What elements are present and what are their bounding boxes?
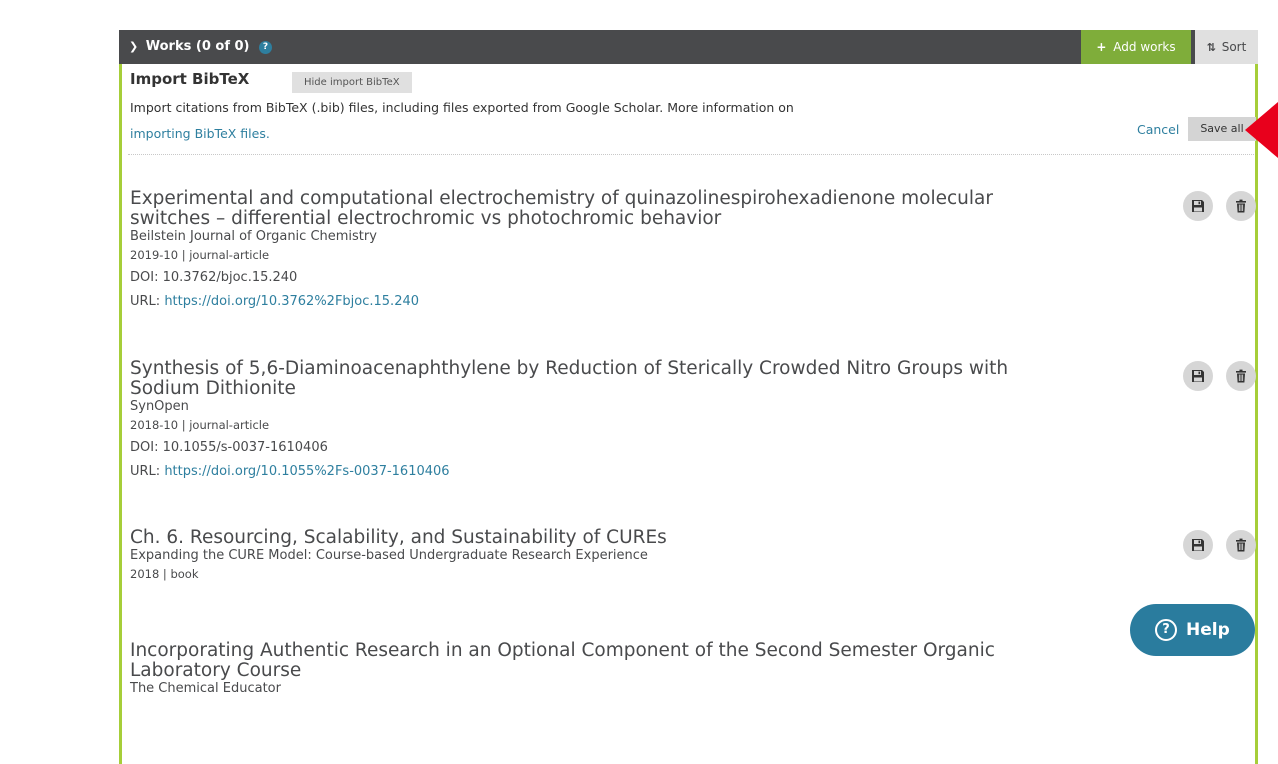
delete-work-button[interactable] — [1226, 361, 1256, 391]
works-title-label: Works (0 of 0) — [145, 39, 250, 54]
importing-bibtex-link[interactable]: importing BibTeX files. — [130, 126, 270, 141]
sort-label: Sort — [1221, 40, 1247, 54]
work-journal: The Chemical Educator — [130, 681, 281, 696]
import-bibtex-title: Import BibTeX — [130, 70, 250, 88]
work-meta: 2018 | book — [130, 567, 199, 581]
work-doi: DOI: 10.3762/bjoc.15.240 — [130, 270, 298, 285]
work-title: Incorporating Authentic Research in an O… — [130, 640, 995, 681]
cancel-link[interactable]: Cancel — [1137, 122, 1179, 137]
sort-arrows-icon: ⇅ — [1206, 41, 1216, 54]
save-work-button[interactable] — [1182, 530, 1213, 560]
item-actions — [1175, 361, 1256, 395]
help-label: Help — [1186, 620, 1230, 640]
divider — [128, 154, 1254, 155]
trash-icon — [1236, 369, 1246, 383]
url-prefix: URL: — [130, 294, 165, 309]
import-bibtex-panel: Import BibTeX Hide import BibTeX Import … — [119, 64, 1258, 764]
item-actions — [1175, 191, 1256, 225]
hide-import-bibtex-button[interactable]: Hide import BibTeX — [292, 72, 412, 93]
plus-icon: + — [1096, 40, 1107, 54]
save-work-button[interactable] — [1182, 191, 1213, 221]
add-works-button[interactable]: + Add works — [1081, 30, 1191, 64]
work-url-link[interactable]: https://doi.org/10.3762%2Fbjoc.15.240 — [164, 294, 419, 309]
item-actions — [1175, 530, 1256, 564]
floppy-disk-icon — [1191, 200, 1204, 212]
import-description: Import citations from BibTeX (.bib) file… — [130, 100, 794, 115]
delete-work-button[interactable] — [1226, 530, 1256, 560]
delete-work-button[interactable] — [1226, 191, 1256, 221]
work-doi: DOI: 10.1055/s-0037-1610406 — [130, 440, 328, 455]
work-url: URL: https://doi.org/10.1055%2Fs-0037-16… — [130, 464, 1260, 480]
work-item: Synthesis of 5,6-Diaminoacenaphthylene b… — [130, 359, 1260, 480]
work-item: Experimental and computational electroch… — [130, 189, 1260, 310]
works-toggle[interactable]: ❯ Works (0 of 0) ? — [129, 30, 273, 64]
floppy-disk-icon — [1191, 370, 1204, 382]
help-circle-icon: ? — [1155, 619, 1177, 641]
work-url-link[interactable]: https://doi.org/10.1055%2Fs-0037-1610406 — [164, 464, 449, 479]
work-journal: Beilstein Journal of Organic Chemistry — [130, 229, 377, 244]
works-header: ❯ Works (0 of 0) ? + Add works ⇅ Sort — [119, 30, 1258, 64]
url-prefix: URL: — [130, 464, 165, 479]
trash-icon — [1236, 199, 1246, 213]
work-journal: SynOpen — [130, 399, 189, 414]
help-question-icon[interactable]: ? — [259, 41, 273, 54]
work-title: Synthesis of 5,6-Diaminoacenaphthylene b… — [130, 358, 1009, 399]
trash-icon — [1236, 538, 1246, 552]
work-meta: 2018-10 | journal-article — [130, 418, 270, 432]
work-item: Ch. 6. Resourcing, Scalability, and Sust… — [130, 528, 1260, 582]
work-journal: Expanding the CURE Model: Course-based U… — [130, 548, 648, 563]
floppy-disk-icon — [1191, 539, 1204, 551]
annotation-arrow — [1245, 102, 1278, 158]
save-work-button[interactable] — [1182, 361, 1213, 391]
work-meta: 2019-10 | journal-article — [130, 248, 270, 262]
work-title: Experimental and computational electroch… — [130, 188, 993, 229]
work-url: URL: https://doi.org/10.3762%2Fbjoc.15.2… — [130, 294, 1260, 310]
chevron-down-icon: ❯ — [129, 40, 139, 53]
sort-button[interactable]: ⇅ Sort — [1195, 30, 1258, 64]
add-works-label: Add works — [1113, 40, 1176, 54]
work-title: Ch. 6. Resourcing, Scalability, and Sust… — [130, 527, 667, 548]
help-button[interactable]: ? Help — [1130, 604, 1255, 656]
works-panel: ❯ Works (0 of 0) ? + Add works ⇅ Sort Im… — [119, 30, 1258, 764]
